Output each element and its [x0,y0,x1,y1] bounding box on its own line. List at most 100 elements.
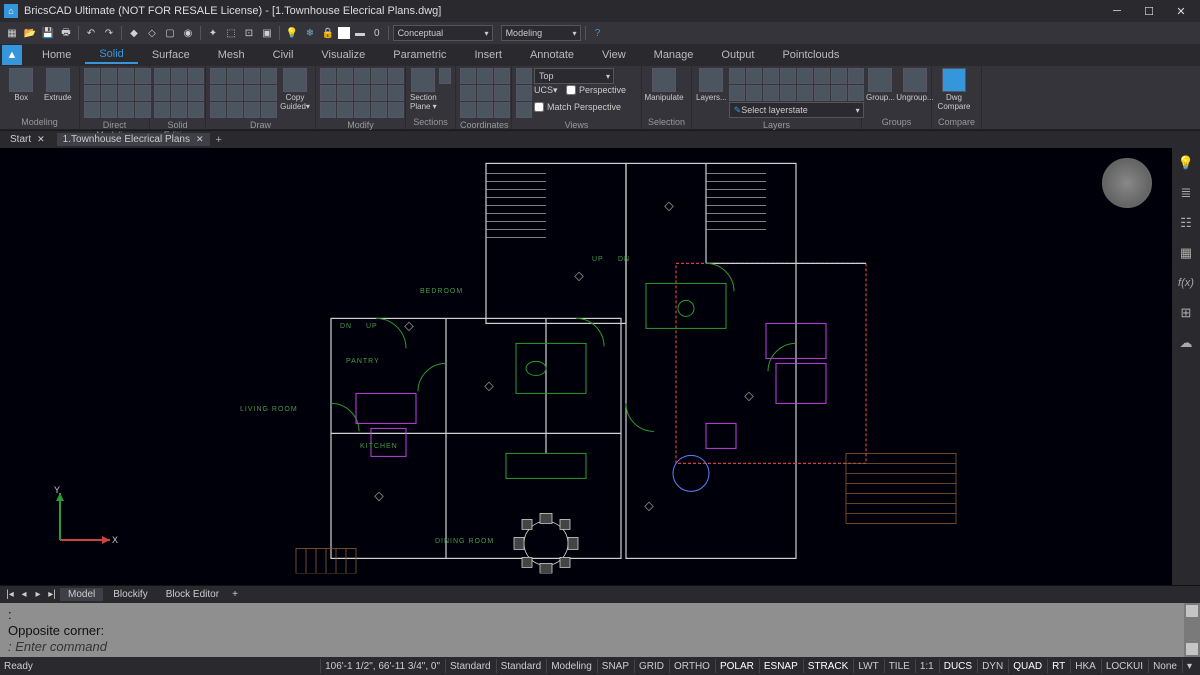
tool-icon[interactable] [460,102,476,118]
toggle-lwt[interactable]: LWT [853,659,882,673]
command-scrollbar[interactable] [1184,603,1200,657]
tool-icon[interactable] [460,85,476,101]
tool-icon[interactable] [210,102,226,118]
status-modeling[interactable]: Modeling [546,659,596,673]
status-scale[interactable]: 1:1 [915,659,938,673]
toggle-tile[interactable]: TILE [884,659,914,673]
tab-annotate[interactable]: Annotate [516,47,588,63]
drawing-canvas[interactable]: BEDROOM LIVING ROOM PANTRY KITCHEN DININ… [0,148,1172,585]
tool-icon[interactable] [154,85,170,101]
tool-icon[interactable] [371,102,387,118]
tab-parametric[interactable]: Parametric [379,47,460,63]
view-top-dropdown[interactable]: Top [534,68,614,84]
command-window[interactable]: : Opposite corner: : Enter command [0,603,1200,657]
tab-solid[interactable]: Solid [85,46,137,64]
tool-icon[interactable] [118,85,134,101]
layers-icon[interactable]: ≣ [1177,184,1195,202]
redo-icon[interactable]: ↷ [101,25,117,41]
tool-icon[interactable] [244,85,260,101]
tool-icon[interactable] [210,68,226,84]
box-tool[interactable]: Box [4,68,39,102]
tool-icon[interactable]: ✦ [205,25,221,41]
tool-icon[interactable] [101,68,117,84]
tool-icon[interactable] [261,85,277,101]
first-layout-button[interactable]: |◂ [4,589,16,600]
tab-output[interactable]: Output [707,47,768,63]
prev-layout-button[interactable]: ◂ [18,589,30,600]
tool-icon[interactable]: ⊡ [241,25,257,41]
section-plane-tool[interactable]: Section Plane ▾ [410,68,437,111]
help-icon[interactable]: ? [590,25,606,41]
tool-icon[interactable] [84,85,100,101]
view-cube[interactable] [1102,158,1152,208]
tool-icon[interactable] [171,102,187,118]
ungroup-tool[interactable]: Ungroup... [897,68,933,102]
tool-icon[interactable] [371,68,387,84]
app-menu-icon[interactable]: ▲ [2,45,22,65]
tool-icon[interactable] [188,102,204,118]
tool-icon[interactable]: ◉ [180,25,196,41]
tool-icon[interactable] [84,68,100,84]
ucs-dropdown[interactable]: UCS▾ [534,85,564,101]
tool-icon[interactable] [320,85,336,101]
tool-icon[interactable] [244,68,260,84]
layout-blockeditor[interactable]: Block Editor [158,588,227,601]
tab-visualize[interactable]: Visualize [307,47,379,63]
toggle-ortho[interactable]: ORTHO [669,659,714,673]
tool-icon[interactable] [763,68,779,84]
close-icon[interactable]: ✕ [196,134,204,145]
toggle-grid[interactable]: GRID [634,659,668,673]
tool-icon[interactable] [729,68,745,84]
tool-icon[interactable] [729,85,745,101]
doctab-file[interactable]: 1.Townhouse Elecrical Plans✕ [57,133,210,146]
tool-icon[interactable] [763,85,779,101]
tab-mesh[interactable]: Mesh [204,47,259,63]
tool-icon[interactable] [354,85,370,101]
new-tab-button[interactable]: + [216,134,222,146]
tool-icon[interactable] [227,68,243,84]
tab-civil[interactable]: Civil [259,47,308,63]
tool-icon[interactable] [831,68,847,84]
tool-icon[interactable] [797,68,813,84]
tool-icon[interactable] [118,68,134,84]
tool-icon[interactable]: ◆ [126,25,142,41]
tool-icon[interactable]: ⬚ [223,25,239,41]
visual-style-dropdown[interactable]: Conceptual [393,25,493,41]
toggle-dyn[interactable]: DYN [977,659,1007,673]
tool-icon[interactable] [477,102,493,118]
toggle-esnap[interactable]: ESNAP [759,659,802,673]
next-layout-button[interactable]: ▸ [32,589,44,600]
new-icon[interactable]: ▦ [4,25,20,41]
close-button[interactable]: ✕ [1166,2,1196,20]
tool-icon[interactable] [320,68,336,84]
tool-icon[interactable] [354,68,370,84]
tool-icon[interactable] [460,68,476,84]
tab-insert[interactable]: Insert [460,47,516,63]
close-icon[interactable]: ✕ [37,134,45,145]
tool-icon[interactable]: ◇ [144,25,160,41]
tool-icon[interactable] [188,68,204,84]
tool-icon[interactable] [780,85,796,101]
copy-guided-tool[interactable]: Copy Guided▾ [279,68,311,111]
toggle-quad[interactable]: QUAD [1008,659,1046,673]
tool-icon[interactable] [494,85,510,101]
tab-home[interactable]: Home [28,47,85,63]
tool-icon[interactable]: ▢ [162,25,178,41]
toggle-polar[interactable]: POLAR [715,659,758,673]
grid-icon[interactable]: ⊞ [1177,304,1195,322]
tool-icon[interactable]: ▣ [259,25,275,41]
workspace-dropdown[interactable]: Modeling [501,25,581,41]
dwg-compare-tool[interactable]: Dwg Compare [936,68,972,111]
tool-icon[interactable] [831,85,847,101]
open-icon[interactable]: 📂 [22,25,38,41]
tool-icon[interactable] [244,102,260,118]
tool-icon[interactable] [371,85,387,101]
layerstate-dropdown[interactable]: ✎ Select layerstate [729,102,864,118]
perspective-checkbox[interactable] [566,85,576,95]
tab-pointclouds[interactable]: Pointclouds [768,47,853,63]
manipulate-tool[interactable]: Manipulate [646,68,682,102]
toggle-lockui[interactable]: LOCKUI [1101,659,1147,673]
match-perspective-checkbox[interactable] [534,102,544,112]
tool-icon[interactable] [516,102,532,118]
status-none[interactable]: None [1148,659,1181,673]
